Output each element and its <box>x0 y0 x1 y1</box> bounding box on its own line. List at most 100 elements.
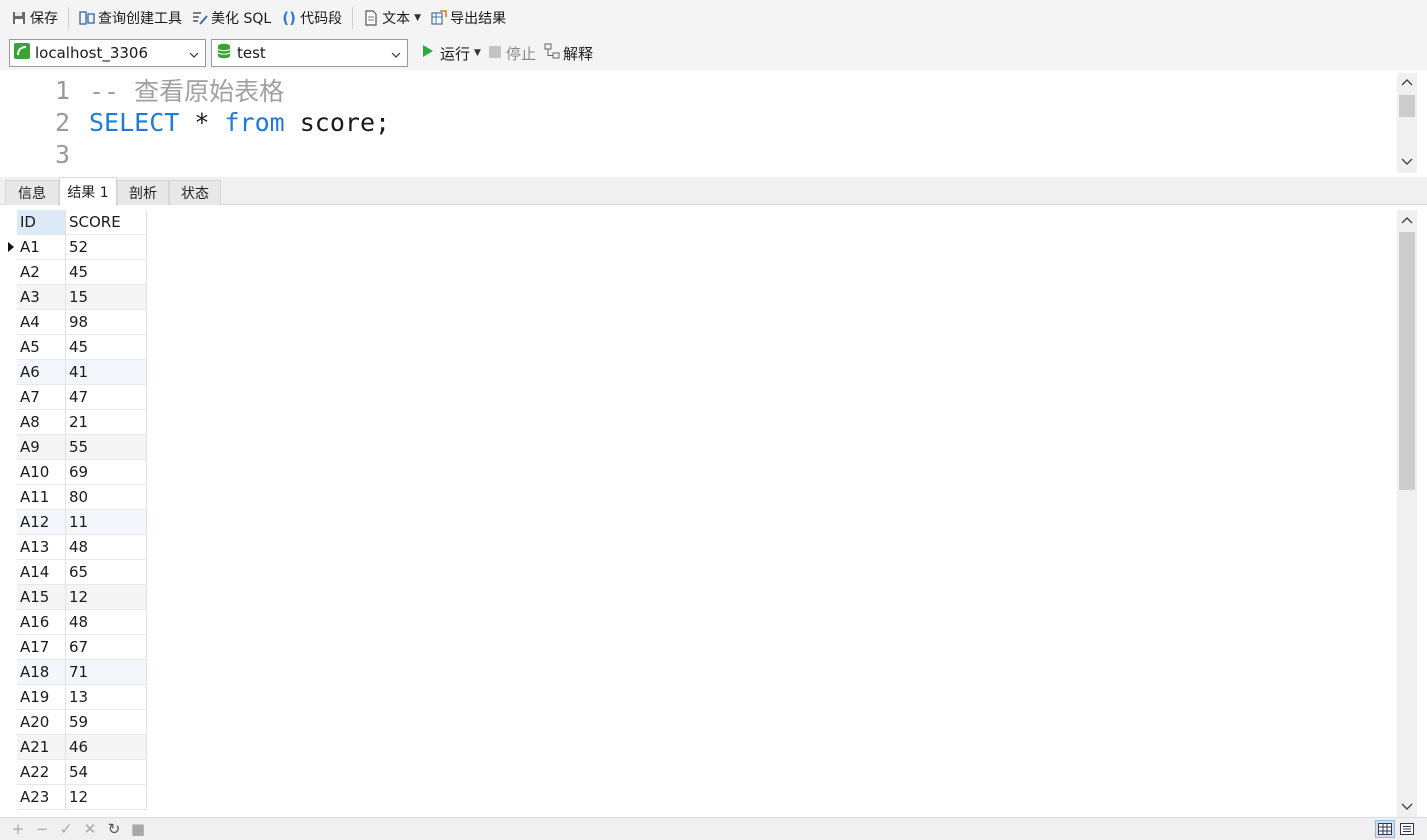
cell-score[interactable]: 55 <box>66 435 147 459</box>
cell-id[interactable]: A9 <box>17 435 66 459</box>
table-row[interactable]: A21 46 <box>17 735 147 760</box>
cell-score[interactable]: 15 <box>66 285 147 309</box>
table-row[interactable]: A13 48 <box>17 535 147 560</box>
table-row[interactable]: A17 67 <box>17 635 147 660</box>
run-button[interactable]: 运行 ▼ <box>421 43 481 64</box>
cell-score[interactable]: 80 <box>66 485 147 509</box>
discard-changes-icon[interactable]: ✕ <box>80 820 100 838</box>
database-select[interactable]: test <box>211 39 408 67</box>
cell-score[interactable]: 45 <box>66 260 147 284</box>
cell-score[interactable]: 47 <box>66 385 147 409</box>
table-row[interactable]: A23 12 <box>17 785 147 810</box>
table-row[interactable]: A3 15 <box>17 285 147 310</box>
delete-record-icon[interactable]: − <box>32 820 52 838</box>
cell-id[interactable]: A6 <box>17 360 66 384</box>
explain-button[interactable]: 解释 <box>544 43 593 64</box>
table-row[interactable]: A6 41 <box>17 360 147 385</box>
cell-score[interactable]: 13 <box>66 685 147 709</box>
apply-changes-icon[interactable]: ✓ <box>56 820 76 838</box>
table-row[interactable]: A12 11 <box>17 510 147 535</box>
cell-score[interactable]: 21 <box>66 410 147 434</box>
table-row[interactable]: A19 13 <box>17 685 147 710</box>
tab-profile[interactable]: 剖析 <box>117 180 169 205</box>
cell-score[interactable]: 65 <box>66 560 147 584</box>
cell-score[interactable]: 52 <box>66 235 147 259</box>
editor-scrollbar[interactable] <box>1397 73 1417 173</box>
cell-score[interactable]: 46 <box>66 735 147 759</box>
table-row[interactable]: A9 55 <box>17 435 147 460</box>
stop-icon[interactable]: ■ <box>128 820 148 838</box>
table-row[interactable]: A5 45 <box>17 335 147 360</box>
cell-score[interactable]: 11 <box>66 510 147 534</box>
column-header-id[interactable]: ID <box>17 210 66 234</box>
cell-score[interactable]: 12 <box>66 785 147 809</box>
add-record-icon[interactable]: + <box>8 820 28 838</box>
cell-id[interactable]: A1 <box>17 235 66 259</box>
grid-scrollbar[interactable] <box>1397 210 1417 817</box>
tab-info[interactable]: 信息 <box>5 180 59 205</box>
cell-score[interactable]: 12 <box>66 585 147 609</box>
grid-view-button[interactable] <box>1375 820 1395 838</box>
cell-id[interactable]: A23 <box>17 785 66 809</box>
code-snippet-button[interactable]: () 代码段 <box>278 5 345 31</box>
scroll-up-icon[interactable] <box>1401 77 1413 89</box>
save-button[interactable]: 保存 <box>8 5 61 31</box>
cell-score[interactable]: 54 <box>66 760 147 784</box>
cell-id[interactable]: A15 <box>17 585 66 609</box>
cell-id[interactable]: A13 <box>17 535 66 559</box>
cell-id[interactable]: A5 <box>17 335 66 359</box>
cell-id[interactable]: A17 <box>17 635 66 659</box>
cell-score[interactable]: 98 <box>66 310 147 334</box>
cell-score[interactable]: 41 <box>66 360 147 384</box>
cell-id[interactable]: A19 <box>17 685 66 709</box>
table-row[interactable]: A11 80 <box>17 485 147 510</box>
sql-editor[interactable]: 1 -- 查看原始表格 2 SELECT * from score; 3 <box>4 73 1397 173</box>
cell-score[interactable]: 48 <box>66 610 147 634</box>
cell-id[interactable]: A16 <box>17 610 66 634</box>
cell-score[interactable]: 59 <box>66 710 147 734</box>
table-row[interactable]: A14 65 <box>17 560 147 585</box>
cell-id[interactable]: A20 <box>17 710 66 734</box>
column-header-score[interactable]: SCORE <box>66 210 147 234</box>
table-row[interactable]: A20 59 <box>17 710 147 735</box>
scroll-down-icon[interactable] <box>1401 155 1413 167</box>
cell-id[interactable]: A12 <box>17 510 66 534</box>
export-result-button[interactable]: 导出结果 <box>428 5 509 31</box>
table-row[interactable]: A15 12 <box>17 585 147 610</box>
cell-score[interactable]: 69 <box>66 460 147 484</box>
cell-id[interactable]: A2 <box>17 260 66 284</box>
table-row[interactable]: A16 48 <box>17 610 147 635</box>
table-row[interactable]: A10 69 <box>17 460 147 485</box>
scrollbar-thumb[interactable] <box>1399 95 1415 117</box>
table-row[interactable]: A8 21 <box>17 410 147 435</box>
cell-id[interactable]: A14 <box>17 560 66 584</box>
cell-id[interactable]: A11 <box>17 485 66 509</box>
scroll-up-icon[interactable] <box>1401 215 1413 227</box>
cell-score[interactable]: 67 <box>66 635 147 659</box>
table-row[interactable]: A7 47 <box>17 385 147 410</box>
cell-id[interactable]: A21 <box>17 735 66 759</box>
cell-score[interactable]: 48 <box>66 535 147 559</box>
cell-id[interactable]: A18 <box>17 660 66 684</box>
table-row[interactable]: A4 98 <box>17 310 147 335</box>
tab-result-1[interactable]: 结果 1 <box>59 177 117 206</box>
cell-id[interactable]: A10 <box>17 460 66 484</box>
beautify-sql-button[interactable]: 美化 SQL <box>189 5 274 31</box>
cell-id[interactable]: A8 <box>17 410 66 434</box>
table-row[interactable]: A1 52 <box>8 235 147 260</box>
form-view-button[interactable] <box>1397 820 1417 838</box>
table-row[interactable]: A2 45 <box>17 260 147 285</box>
scrollbar-thumb[interactable] <box>1399 232 1415 490</box>
cell-id[interactable]: A4 <box>17 310 66 334</box>
cell-score[interactable]: 45 <box>66 335 147 359</box>
query-builder-button[interactable]: 查询创建工具 <box>76 5 185 31</box>
cell-id[interactable]: A3 <box>17 285 66 309</box>
cell-id[interactable]: A22 <box>17 760 66 784</box>
table-row[interactable]: A22 54 <box>17 760 147 785</box>
tab-status[interactable]: 状态 <box>169 180 221 205</box>
refresh-icon[interactable]: ↻ <box>104 820 124 838</box>
stop-button[interactable]: 停止 <box>488 43 536 64</box>
connection-select[interactable]: localhost_3306 <box>9 39 206 67</box>
scroll-down-icon[interactable] <box>1401 800 1413 812</box>
result-grid[interactable]: ID SCORE A1 52 A2 45 A3 15 A4 98 A5 45 A6 41 A7 47 A8 2… <box>8 210 147 810</box>
